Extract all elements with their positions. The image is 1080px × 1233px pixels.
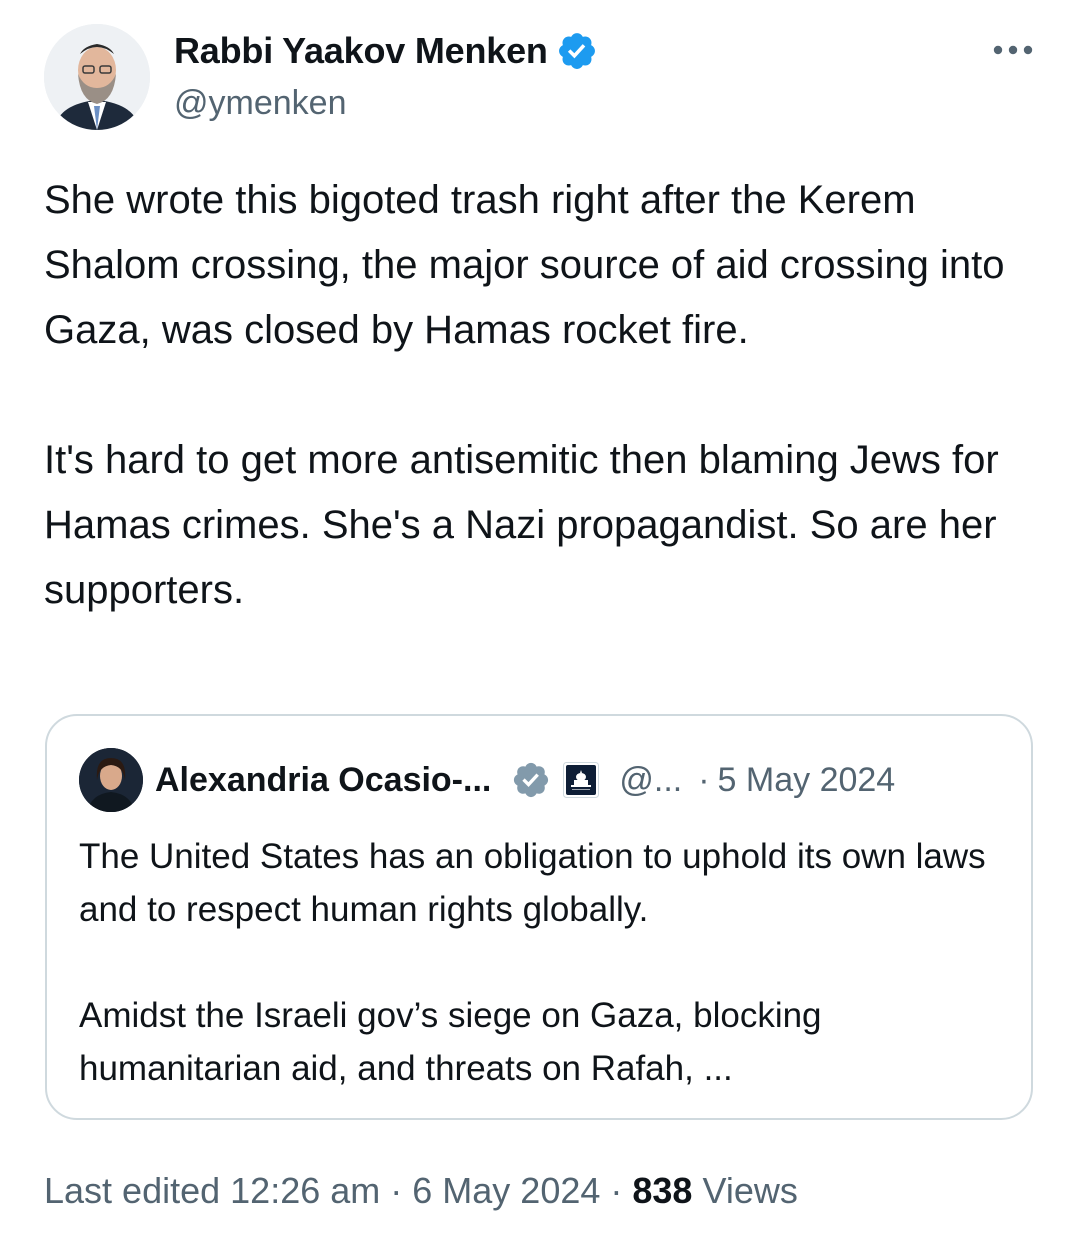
- author-avatar[interactable]: [44, 24, 150, 130]
- government-verified-badge-icon: [514, 762, 549, 798]
- quoted-author-avatar[interactable]: [79, 748, 143, 812]
- quoted-separator: ·: [698, 760, 710, 799]
- meta-separator: ·: [390, 1170, 403, 1211]
- tweet-header: Rabbi Yaakov Menken @ymenken: [44, 24, 1036, 132]
- quoted-tweet-header: Alexandria Ocasio-... @... · 5 May 2024: [79, 748, 1001, 812]
- views-label[interactable]: Views: [702, 1170, 797, 1212]
- more-options-button[interactable]: [990, 30, 1036, 70]
- us-capitol-affiliation-icon[interactable]: [563, 762, 600, 798]
- tweet-time[interactable]: 12:26 am: [230, 1170, 380, 1212]
- tweet-meta: Last edited 12:26 am · 6 May 2024 · 838 …: [44, 1168, 798, 1214]
- edited-label[interactable]: Last edited: [44, 1170, 220, 1212]
- views-count[interactable]: 838: [632, 1170, 692, 1212]
- meta-separator-2: ·: [610, 1170, 623, 1211]
- quoted-tweet-text: The United States has an obligation to u…: [79, 837, 986, 1088]
- verified-badge-icon: [558, 33, 595, 69]
- more-horizontal-icon: [993, 45, 1033, 55]
- quoted-author-name[interactable]: Alexandria Ocasio-...: [155, 761, 491, 800]
- quoted-tweet-card[interactable]: Alexandria Ocasio-... @... · 5 May 2024 …: [45, 714, 1033, 1120]
- tweet-text: She wrote this bigoted trash right after…: [44, 178, 1005, 612]
- quoted-author-handle[interactable]: @...: [619, 761, 682, 800]
- author-name-row: Rabbi Yaakov Menken: [174, 28, 598, 74]
- tweet-date[interactable]: 6 May 2024: [412, 1170, 600, 1212]
- author-handle[interactable]: @ymenken: [174, 84, 346, 123]
- quoted-tweet-date[interactable]: 5 May 2024: [718, 761, 896, 800]
- author-display-name[interactable]: Rabbi Yaakov Menken: [174, 30, 548, 72]
